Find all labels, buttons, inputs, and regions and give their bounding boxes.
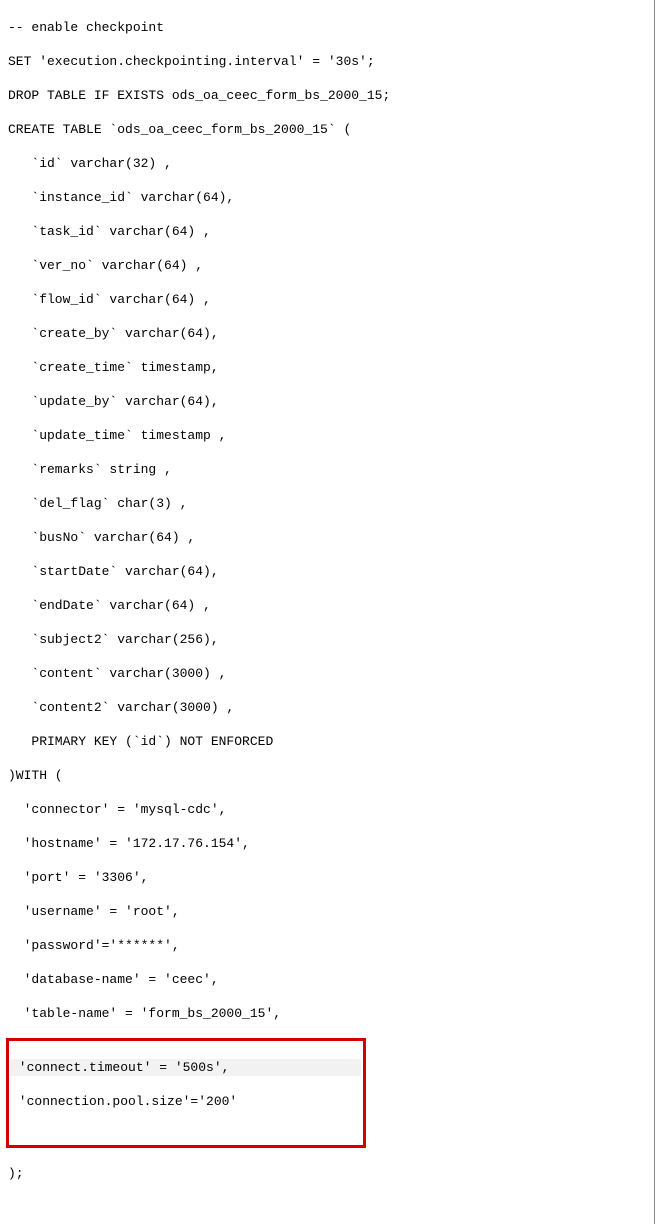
code-line: `content` varchar(3000) , [8, 665, 646, 682]
code-line: `create_by` varchar(64), [8, 325, 646, 342]
code-line: `update_time` timestamp , [8, 427, 646, 444]
code-line: `busNo` varchar(64) , [8, 529, 646, 546]
code-line: 'hostname' = '172.17.76.154', [8, 835, 646, 852]
code-line: 'connector' = 'mysql-cdc', [8, 801, 646, 818]
code-line: 'username' = 'root', [8, 903, 646, 920]
code-line-highlighted: 'connection.pool.size'='200' [11, 1093, 361, 1110]
code-line: `create_time` timestamp, [8, 359, 646, 376]
code-line: `subject2` varchar(256), [8, 631, 646, 648]
code-line: ); [8, 1165, 646, 1182]
code-line: `startDate` varchar(64), [8, 563, 646, 580]
code-line: `remarks` string , [8, 461, 646, 478]
code-line: CREATE TABLE `ods_oa_ceec_form_bs_2000_1… [8, 121, 646, 138]
code-line: 'password'='******', [8, 937, 646, 954]
code-line: `task_id` varchar(64) , [8, 223, 646, 240]
code-line: 'database-name' = 'ceec', [8, 971, 646, 988]
code-line: PRIMARY KEY (`id`) NOT ENFORCED [8, 733, 646, 750]
code-line: `instance_id` varchar(64), [8, 189, 646, 206]
code-line: `update_by` varchar(64), [8, 393, 646, 410]
code-line: `flow_id` varchar(64) , [8, 291, 646, 308]
code-line: )WITH ( [8, 767, 646, 784]
code-line: `del_flag` char(3) , [8, 495, 646, 512]
sql-code-block: -- enable checkpoint SET 'execution.chec… [0, 0, 654, 1224]
code-line: `endDate` varchar(64) , [8, 597, 646, 614]
code-line: `ver_no` varchar(64) , [8, 257, 646, 274]
code-line: `id` varchar(32) , [8, 155, 646, 172]
code-line: `content2` varchar(3000) , [8, 699, 646, 716]
code-line: 'table-name' = 'form_bs_2000_15', [8, 1005, 646, 1022]
code-line: -- enable checkpoint [8, 19, 646, 36]
code-line-highlighted: 'connect.timeout' = '500s', [11, 1059, 361, 1076]
code-viewport: -- enable checkpoint SET 'execution.chec… [0, 0, 655, 1224]
code-line: SET 'execution.checkpointing.interval' =… [8, 53, 646, 70]
highlight-box: 'connect.timeout' = '500s', 'connection.… [6, 1038, 366, 1148]
code-line: DROP TABLE IF EXISTS ods_oa_ceec_form_bs… [8, 87, 646, 104]
code-line: 'port' = '3306', [8, 869, 646, 886]
